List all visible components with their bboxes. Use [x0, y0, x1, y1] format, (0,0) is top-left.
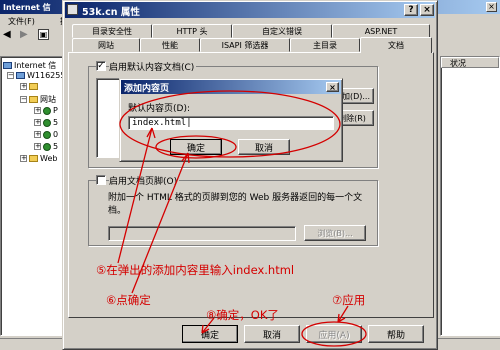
- globe-icon: [43, 118, 51, 127]
- tab-isapi-filters[interactable]: ISAPI 筛选器: [200, 38, 290, 52]
- footer-path-input[interactable]: [108, 226, 296, 241]
- add-content-ok-button[interactable]: 确定: [170, 139, 222, 155]
- annotation-step5: ⑤在弹出的添加内容里输入index.html: [96, 263, 295, 277]
- tree-item-site-5b[interactable]: + 5: [34, 142, 58, 151]
- tree-item-folder[interactable]: +: [20, 83, 38, 90]
- default-content-label: 默认内容页(D):: [128, 104, 190, 114]
- tree-item-site-p[interactable]: + P: [34, 106, 58, 115]
- expand-icon[interactable]: +: [34, 131, 41, 138]
- annotation-step7: ⑦应用: [332, 293, 366, 307]
- expand-icon[interactable]: +: [34, 107, 41, 114]
- window-icon: [67, 4, 78, 15]
- tree-site-label: 5: [53, 118, 59, 127]
- tree-site-label: 0: [53, 130, 59, 139]
- enable-footer-label[interactable]: 启用文档页脚(O): [109, 174, 180, 187]
- enable-default-label[interactable]: 启用默认内容文档(C): [109, 60, 197, 73]
- folder-icon: [29, 83, 38, 90]
- annotation-step6: ⑥点确定: [106, 293, 151, 307]
- globe-icon: [43, 106, 51, 115]
- expand-icon[interactable]: +: [34, 119, 41, 126]
- parent-title: Internet 信: [3, 3, 51, 12]
- tree-item-web[interactable]: + Web: [20, 154, 57, 163]
- parent-close-button[interactable]: ×: [486, 2, 497, 12]
- tree-server[interactable]: − W116255: [7, 71, 65, 80]
- help-button[interactable]: 帮助: [368, 325, 424, 343]
- tab-documents[interactable]: 文档: [360, 37, 432, 53]
- tab-custom-errors[interactable]: 自定义错误: [232, 24, 332, 38]
- text-cursor: |: [186, 118, 192, 128]
- default-content-input[interactable]: index.html|: [128, 116, 334, 130]
- globe-icon: [43, 142, 51, 151]
- add-content-cancel-button[interactable]: 取消: [238, 139, 290, 155]
- computer-icon: [3, 62, 12, 69]
- browse-button[interactable]: 浏览(B)...: [304, 225, 366, 241]
- tree-site-label: P: [53, 106, 58, 115]
- status-column-label: 状况: [450, 59, 466, 68]
- server-icon: [16, 72, 25, 79]
- menu-file[interactable]: 文件(F): [8, 16, 35, 27]
- expand-icon[interactable]: +: [34, 143, 41, 150]
- list-pane[interactable]: [440, 56, 500, 336]
- add-content-close-button[interactable]: ×: [326, 82, 339, 92]
- tab-home-directory[interactable]: 主目录: [290, 38, 360, 52]
- expand-icon[interactable]: +: [20, 155, 27, 162]
- expand-icon[interactable]: +: [20, 83, 27, 90]
- status-column-header[interactable]: 状况: [441, 57, 499, 68]
- annotation-step8: ⑧确定，OK了: [206, 308, 279, 322]
- ok-button[interactable]: 确定: [182, 325, 238, 343]
- default-content-value: index.html: [132, 118, 187, 128]
- back-icon[interactable]: ◀: [3, 29, 11, 40]
- footer-description: 附加一个 HTML 格式的页脚到您的 Web 服务器返回的每一个文档。: [108, 193, 363, 216]
- collapse-icon[interactable]: −: [7, 72, 14, 79]
- tab-website[interactable]: 网站: [72, 38, 140, 52]
- folder-icon: [29, 96, 38, 103]
- tree-web-label: Web: [40, 154, 58, 163]
- tab-performance[interactable]: 性能: [140, 38, 200, 52]
- globe-icon: [43, 130, 51, 139]
- tab-aspnet[interactable]: ASP.NET: [332, 24, 430, 38]
- tab-http-headers[interactable]: HTTP 头: [152, 24, 232, 38]
- help-title-button[interactable]: ?: [404, 4, 418, 16]
- tree-sites-label: 网站: [40, 95, 56, 104]
- tree-root[interactable]: Internet 信: [3, 60, 56, 71]
- apply-button[interactable]: 应用(A): [306, 325, 362, 343]
- cancel-button[interactable]: 取消: [244, 325, 300, 343]
- enable-default-checkbox[interactable]: ✓: [96, 61, 106, 71]
- tree-item-sites[interactable]: − 网站: [20, 94, 56, 105]
- tree-item-site-0[interactable]: + 0: [34, 130, 58, 139]
- tree-root-label: Internet 信: [14, 61, 57, 70]
- tree-item-site-5a[interactable]: + 5: [34, 118, 58, 127]
- tree-server-label: W116255: [27, 71, 66, 80]
- tab-directory-security[interactable]: 目录安全性: [72, 24, 152, 38]
- enable-footer-checkbox[interactable]: [96, 175, 106, 185]
- forward-icon[interactable]: ▶: [20, 29, 28, 40]
- tree-site-label: 5: [53, 142, 59, 151]
- up-icon[interactable]: ▣: [38, 29, 49, 40]
- properties-title: 53k.cn 属性: [82, 7, 140, 18]
- collapse-icon[interactable]: −: [20, 96, 27, 103]
- folder-icon: [29, 155, 38, 162]
- add-content-title: 添加内容页: [124, 84, 170, 94]
- close-title-button[interactable]: ×: [420, 4, 434, 16]
